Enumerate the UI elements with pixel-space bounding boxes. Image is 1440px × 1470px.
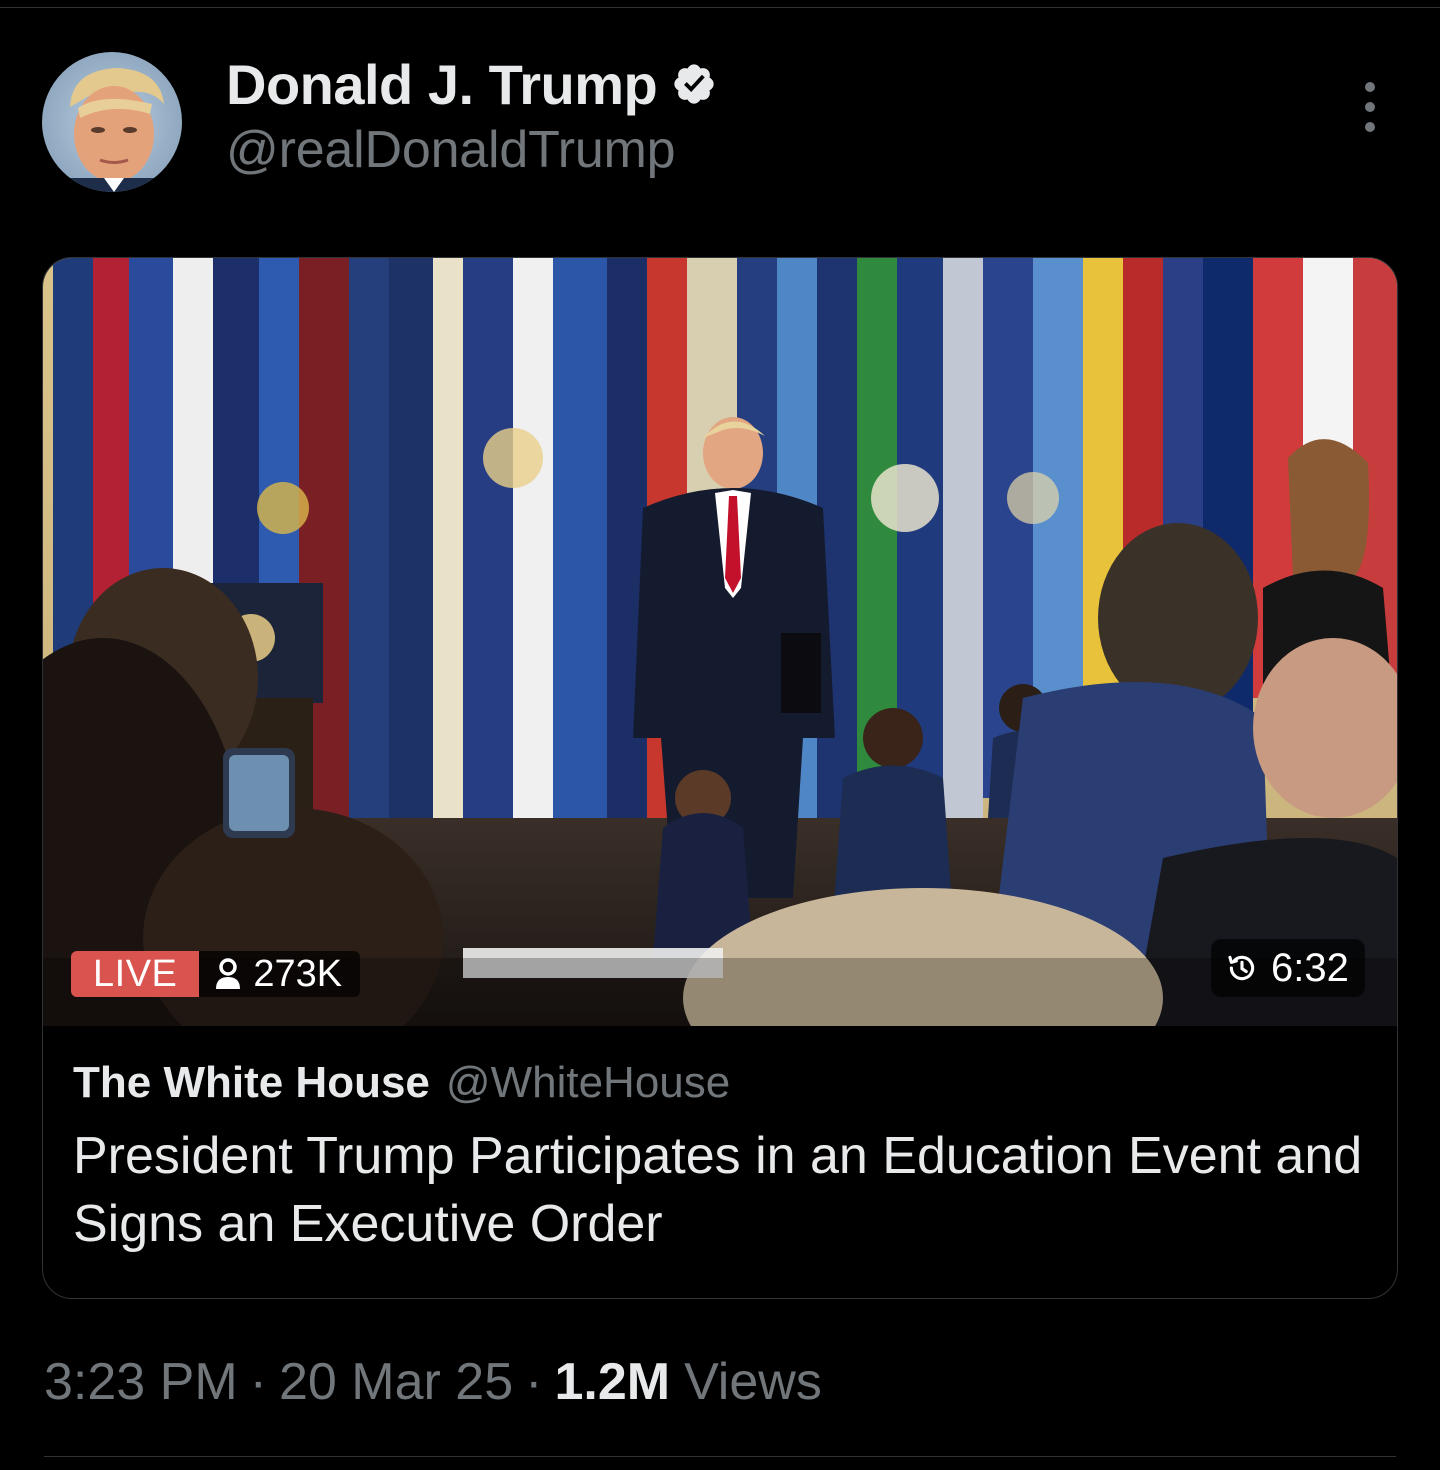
- top-divider: [0, 7, 1440, 8]
- tweet-time[interactable]: 3:23 PM: [44, 1352, 238, 1412]
- views-label[interactable]: Views: [684, 1352, 822, 1412]
- tweet-date[interactable]: 20 Mar 25: [279, 1352, 513, 1412]
- duration-badge: 6:32: [1211, 939, 1365, 997]
- card-source: The White House @WhiteHouse: [73, 1058, 1373, 1108]
- person-icon: [216, 958, 241, 989]
- tweet-meta: 3:23 PM · 20 Mar 25 · 1.2M Views: [44, 1352, 822, 1412]
- duration-value: 6:32: [1271, 945, 1349, 990]
- author-avatar[interactable]: [42, 52, 182, 192]
- live-status-badge: LIVE 273K: [71, 951, 361, 997]
- meta-separator: ·: [525, 1353, 543, 1411]
- more-options-button[interactable]: [1354, 82, 1386, 132]
- author-handle[interactable]: @realDonaldTrump: [226, 120, 676, 180]
- thumbnail-image: [43, 258, 1397, 1026]
- author-display-name[interactable]: Donald J. Trump: [226, 52, 658, 117]
- meta-separator: ·: [249, 1353, 267, 1411]
- viewer-count-value: 273K: [253, 952, 343, 995]
- more-dot: [1365, 102, 1375, 112]
- avatar-image: [42, 52, 182, 192]
- source-name: The White House: [73, 1058, 430, 1107]
- history-clock-icon: [1228, 955, 1255, 981]
- bottom-divider: [44, 1456, 1396, 1457]
- more-dot: [1365, 122, 1375, 132]
- card-title: President Trump Participates in an Educa…: [73, 1127, 1363, 1253]
- viewer-count: 273K: [199, 951, 361, 997]
- video-thumbnail[interactable]: LIVE 273K 6:32: [43, 258, 1397, 1026]
- card-info[interactable]: The White House @WhiteHouse President Tr…: [73, 1058, 1373, 1258]
- source-handle: @WhiteHouse: [445, 1058, 731, 1107]
- verified-badge-icon: [674, 64, 714, 104]
- live-broadcast-card[interactable]: LIVE 273K 6:32 The White House @WhiteHou…: [42, 257, 1398, 1299]
- views-count[interactable]: 1.2M: [554, 1352, 670, 1412]
- more-vertical-icon: [1365, 82, 1375, 92]
- author-name-row[interactable]: Donald J. Trump: [226, 52, 717, 116]
- live-label: LIVE: [71, 951, 200, 997]
